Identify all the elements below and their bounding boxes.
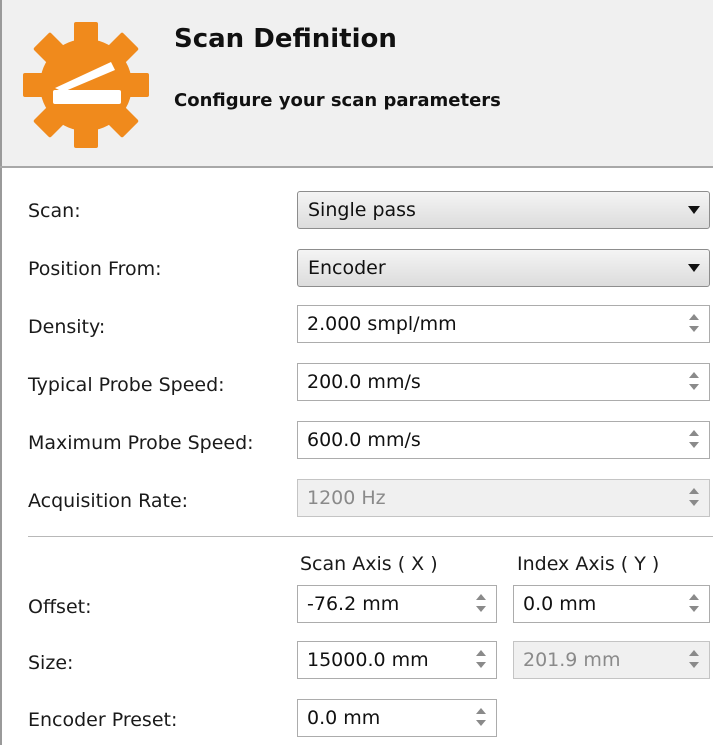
size-index-value: 201.9 mm: [523, 649, 621, 671]
spin-arrows-icon[interactable]: [476, 594, 488, 614]
scan-axis-header: Scan Axis ( X ): [300, 553, 438, 575]
scan-select[interactable]: Single pass: [297, 191, 710, 229]
acquisition-rate-value: 1200 Hz: [307, 487, 386, 509]
offset-scan-spinbox[interactable]: -76.2 mm: [297, 585, 497, 623]
spin-arrows-icon[interactable]: [476, 650, 488, 670]
offset-index-spinbox[interactable]: 0.0 mm: [513, 585, 710, 623]
size-label: Size:: [28, 652, 74, 674]
density-value: 2.000 smpl/mm: [307, 313, 457, 335]
spin-arrows-icon: [689, 650, 701, 670]
position-from-select-value: Encoder: [308, 257, 386, 279]
position-from-label: Position From:: [28, 258, 162, 280]
index-axis-header: Index Axis ( Y ): [517, 553, 660, 575]
density-spinbox[interactable]: 2.000 smpl/mm: [297, 305, 710, 343]
wizard-header: Scan Definition Configure your scan para…: [2, 0, 713, 166]
size-index-spinbox: 201.9 mm: [513, 641, 710, 679]
maximum-probe-speed-value: 600.0 mm/s: [307, 429, 421, 451]
encoder-preset-value: 0.0 mm: [307, 707, 381, 729]
spin-arrows-icon[interactable]: [689, 314, 701, 334]
maximum-probe-speed-spinbox[interactable]: 600.0 mm/s: [297, 421, 710, 459]
page-title: Scan Definition: [174, 24, 397, 54]
typical-probe-speed-spinbox[interactable]: 200.0 mm/s: [297, 363, 710, 401]
section-divider: [28, 536, 713, 537]
density-label: Density:: [28, 316, 106, 338]
header-divider: [0, 166, 713, 168]
acquisition-rate-spinbox: 1200 Hz: [297, 479, 710, 517]
size-scan-value: 15000.0 mm: [307, 649, 429, 671]
typical-probe-speed-label: Typical Probe Speed:: [28, 374, 225, 396]
chevron-down-icon: [688, 206, 700, 214]
maximum-probe-speed-label: Maximum Probe Speed:: [28, 432, 254, 454]
spin-arrows-icon[interactable]: [689, 372, 701, 392]
gear-scanner-icon: [23, 22, 149, 148]
spin-arrows-icon[interactable]: [476, 708, 488, 728]
offset-label: Offset:: [28, 596, 92, 618]
encoder-preset-label: Encoder Preset:: [28, 709, 178, 731]
scan-select-value: Single pass: [308, 199, 416, 221]
size-scan-spinbox[interactable]: 15000.0 mm: [297, 641, 497, 679]
typical-probe-speed-value: 200.0 mm/s: [307, 371, 421, 393]
position-from-select[interactable]: Encoder: [297, 249, 710, 287]
encoder-preset-spinbox[interactable]: 0.0 mm: [297, 699, 497, 737]
offset-index-value: 0.0 mm: [523, 593, 597, 615]
acquisition-rate-label: Acquisition Rate:: [28, 490, 189, 512]
spin-arrows-icon[interactable]: [689, 594, 701, 614]
scan-label: Scan:: [28, 200, 81, 222]
spin-arrows-icon: [689, 488, 701, 508]
spin-arrows-icon[interactable]: [689, 430, 701, 450]
page-subtitle: Configure your scan parameters: [174, 90, 501, 111]
offset-scan-value: -76.2 mm: [307, 593, 400, 615]
chevron-down-icon: [688, 264, 700, 272]
